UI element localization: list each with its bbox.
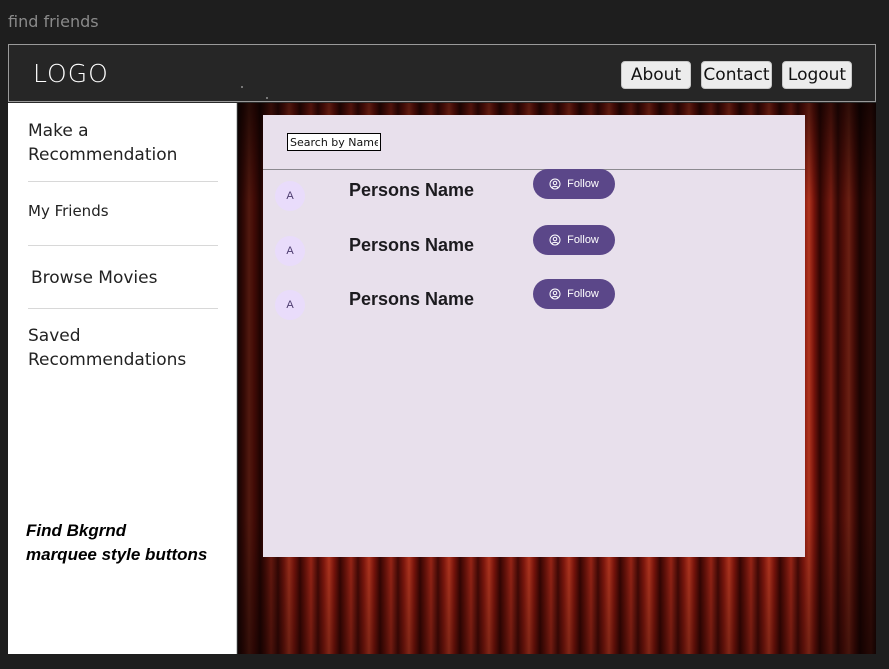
follow-button[interactable]: Follow <box>533 279 615 309</box>
search-input[interactable] <box>287 133 381 151</box>
logout-button[interactable]: Logout <box>782 61 852 89</box>
follow-button[interactable]: Follow <box>533 225 615 255</box>
page-title: find friends <box>8 12 99 31</box>
list-item: A Persons Name Follow <box>263 225 805 269</box>
sidebar-item-make-recommendation[interactable]: Make a Recommendation <box>28 119 218 167</box>
sidebar-divider <box>28 245 218 246</box>
follow-label: Follow <box>567 178 599 190</box>
stray-dot <box>241 86 243 88</box>
account-circle-icon <box>549 234 561 246</box>
sidebar-divider <box>28 181 218 182</box>
sidebar-item-browse-movies[interactable]: Browse Movies <box>31 266 221 290</box>
avatar: A <box>275 290 305 320</box>
person-name: Persons Name <box>349 180 475 200</box>
navbar: LOGO About Contact Logout <box>8 44 876 102</box>
follow-label: Follow <box>567 288 599 300</box>
sidebar: Make a Recommendation My Friends Browse … <box>8 103 237 654</box>
person-name: Persons Name <box>349 235 475 255</box>
sidebar-divider <box>28 308 218 309</box>
about-button[interactable]: About <box>621 61 691 89</box>
account-circle-icon <box>549 288 561 300</box>
list-item: A Persons Name Follow <box>263 169 805 213</box>
sidebar-item-my-friends[interactable]: My Friends <box>28 199 218 223</box>
list-item: A Persons Name Follow <box>263 279 805 323</box>
avatar: A <box>275 181 305 211</box>
sidebar-item-saved-recommendations[interactable]: Saved Recommendations <box>28 324 218 372</box>
friends-panel: A Persons Name Follow A Persons Name Fol… <box>263 115 805 557</box>
avatar: A <box>275 236 305 266</box>
curtain-background: A Persons Name Follow A Persons Name Fol… <box>238 103 876 654</box>
logo: LOGO <box>33 59 109 88</box>
person-name: Persons Name <box>349 289 475 309</box>
panel-divider <box>263 169 805 170</box>
app-frame: LOGO About Contact Logout Make a Recomme… <box>8 44 876 654</box>
follow-button[interactable]: Follow <box>533 169 615 199</box>
contact-button[interactable]: Contact <box>701 61 772 89</box>
stray-dot <box>266 97 268 99</box>
design-note: Find Bkgrnd marquee style buttons <box>26 521 208 564</box>
account-circle-icon <box>549 178 561 190</box>
follow-label: Follow <box>567 234 599 246</box>
